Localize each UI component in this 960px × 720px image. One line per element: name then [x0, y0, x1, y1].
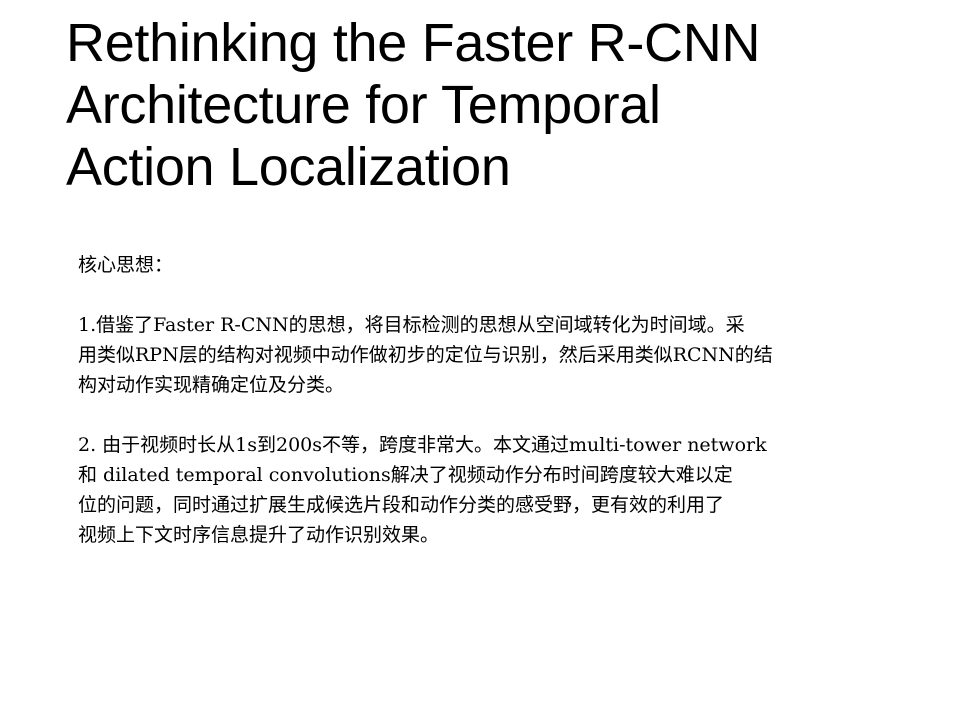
- title-line-3: Action Localization: [66, 137, 511, 197]
- title-line-2: Architecture for Temporal: [66, 75, 661, 135]
- point-1-line-2: 用类似RPN层的结构对视频中动作做初步的定位与识别，然后采用类似RCNN的结: [78, 344, 773, 366]
- slide: Rethinking the Faster R-CNN Architecture…: [0, 0, 960, 720]
- point-1-line-1: 1.借鉴了Faster R-CNN的思想，将目标检测的思想从空间域转化为时间域。…: [78, 314, 745, 336]
- title-line-1: Rethinking the Faster R-CNN: [66, 13, 761, 73]
- point-2-line-1: 2. 由于视频时长从1s到200s不等，跨度非常大。本文通过multi-towe…: [78, 434, 767, 456]
- point-2-line-2: 和 dilated temporal convolutions解决了视频动作分布…: [78, 464, 733, 486]
- slide-title: Rethinking the Faster R-CNN Architecture…: [66, 12, 946, 198]
- point-2-line-3: 位的问题，同时通过扩展生成候选片段和动作分类的感受野，更有效的利用了: [78, 494, 725, 516]
- slide-body: 核心思想： 1.借鉴了Faster R-CNN的思想，将目标检测的思想从空间域转…: [78, 250, 960, 550]
- point-2-line-4: 视频上下文时序信息提升了动作识别效果。: [78, 524, 440, 546]
- point-1-line-3: 构对动作实现精确定位及分类。: [78, 374, 345, 396]
- core-idea-heading: 核心思想：: [78, 254, 174, 276]
